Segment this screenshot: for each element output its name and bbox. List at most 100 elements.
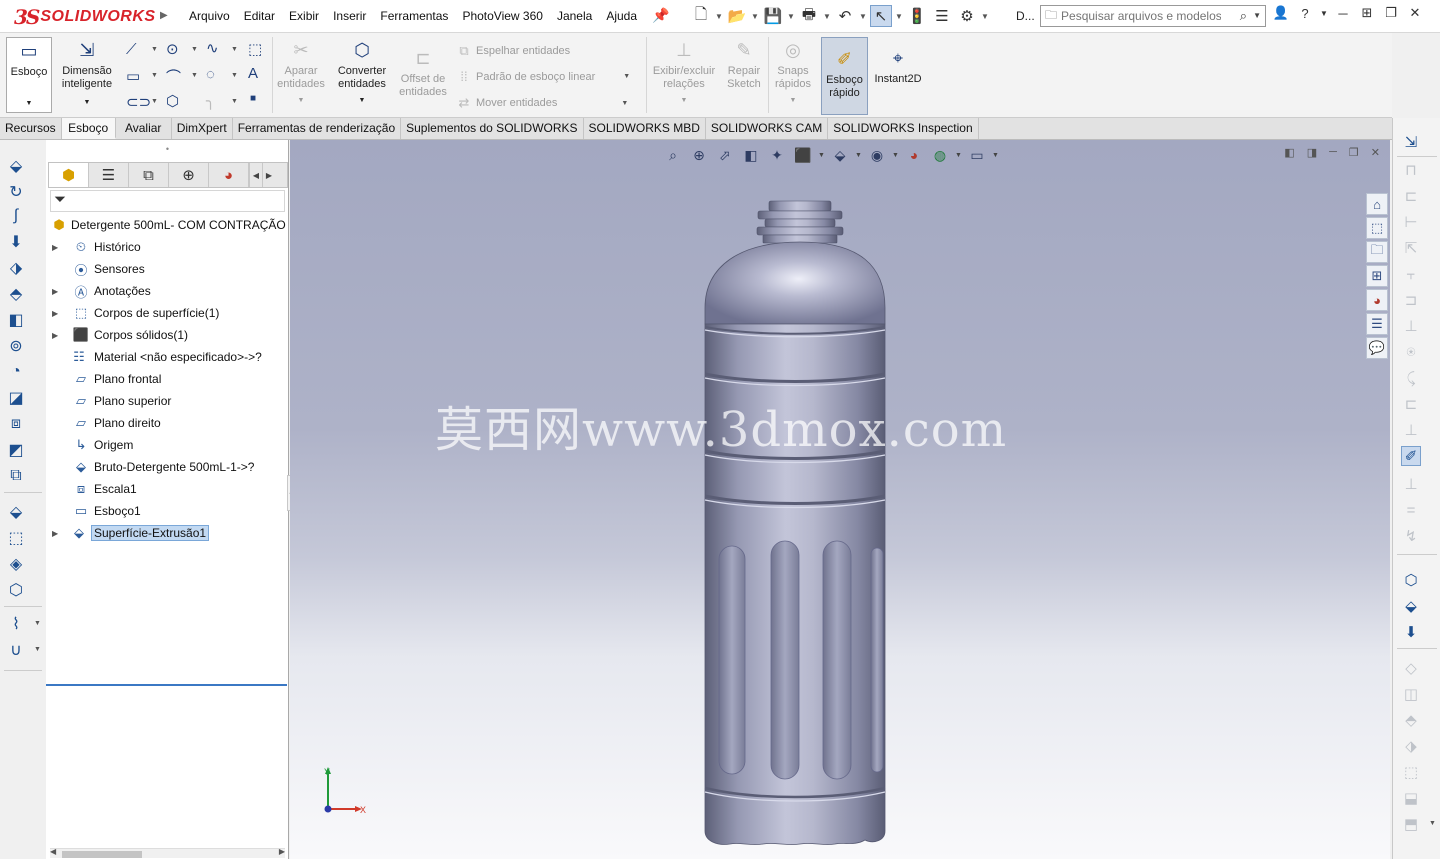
swept-boss-icon[interactable]: ∫ bbox=[6, 206, 26, 226]
solidworks-logo[interactable]: 3S SOLIDWORKS bbox=[14, 4, 156, 30]
menu-exibir[interactable]: Exibir bbox=[282, 9, 326, 23]
menu-photoview[interactable]: PhotoView 360 bbox=[455, 9, 550, 23]
undo-icon[interactable]: ↶ bbox=[834, 5, 856, 27]
view-settings-icon[interactable]: ▭ bbox=[966, 145, 988, 165]
open-dropdown-icon[interactable]: ▼ bbox=[751, 12, 759, 21]
horizontal-scrollbar[interactable]: ◀ ▶ bbox=[50, 847, 285, 858]
slot-dropdown-icon[interactable]: ▼ bbox=[151, 98, 158, 105]
point-icon[interactable]: ■ bbox=[250, 93, 256, 104]
tab-dimxpert[interactable]: DimXpert bbox=[172, 118, 233, 139]
print-icon[interactable]: 🖶 bbox=[798, 5, 820, 27]
hide-show-items-icon[interactable]: ◉ bbox=[866, 145, 888, 165]
esboco-dropdown-icon[interactable]: ▼ bbox=[26, 97, 33, 110]
esboco-rapido-button[interactable]: ✐ Esboço rápido bbox=[821, 37, 868, 115]
shell-icon[interactable]: ⧈ bbox=[6, 414, 26, 434]
padrao-esboco-linear-button[interactable]: ⁞⁞ Padrão de esboço linear ▼ bbox=[456, 69, 630, 84]
dimensao-dropdown-icon[interactable]: ▼ bbox=[84, 96, 91, 109]
viewport-minimize-icon[interactable]: ─ bbox=[1329, 146, 1337, 159]
search-icon[interactable]: ⌕ bbox=[1240, 8, 1247, 24]
options-dropdown-icon[interactable]: ▼ bbox=[981, 12, 989, 21]
dimensao-inteligente-button[interactable]: ⇲ Dimensão inteligente ▼ bbox=[56, 37, 118, 109]
aparar-dropdown-icon[interactable]: ▼ bbox=[298, 94, 305, 107]
fillet-icon[interactable]: ╮ bbox=[206, 92, 215, 110]
forum-icon[interactable]: 💬 bbox=[1366, 337, 1388, 359]
chain-dimension-icon[interactable]: ⫟ bbox=[1401, 264, 1421, 284]
zoom-to-area-icon[interactable]: ⊕ bbox=[688, 145, 710, 165]
horizontal-dimension-icon[interactable]: ⊓ bbox=[1401, 160, 1421, 180]
apply-scene-icon[interactable]: ◍ bbox=[929, 145, 951, 165]
minimize-icon[interactable]: ─ bbox=[1334, 6, 1352, 21]
search-box[interactable]: 🗀 ⌕ ▼ bbox=[1040, 5, 1266, 27]
tree-item-plano-superior[interactable]: ▱ Plano superior bbox=[46, 390, 289, 412]
spline-dropdown-icon[interactable]: ▼ bbox=[231, 46, 238, 53]
curves-dropdown-icon[interactable]: ▼ bbox=[34, 620, 41, 627]
options-gear-icon[interactable]: ⚙ bbox=[956, 5, 978, 27]
feature-manager-tab-icon[interactable]: ⬢ bbox=[49, 163, 89, 187]
tab-solidworks-inspection[interactable]: SOLIDWORKS Inspection bbox=[828, 118, 979, 139]
tree-item-origem[interactable]: ↳ Origem bbox=[46, 434, 289, 456]
rapid-sketch-tool-icon[interactable]: ✐ bbox=[1401, 446, 1421, 466]
ruled-surface-icon[interactable]: ◫ bbox=[1401, 684, 1421, 704]
angular-dimension-icon[interactable]: ⊐ bbox=[1401, 290, 1421, 310]
section-view-icon[interactable]: ◧ bbox=[740, 145, 762, 165]
converter-dropdown-icon[interactable]: ▼ bbox=[359, 94, 366, 107]
surface-extrude-icon[interactable]: ⬙ bbox=[6, 502, 26, 522]
save-icon[interactable]: 💾 bbox=[762, 5, 784, 27]
curves-icon[interactable]: ⌇ bbox=[6, 614, 26, 634]
knit-surface-icon[interactable]: ⬡ bbox=[6, 580, 26, 600]
hole-wizard-icon[interactable]: ⊚ bbox=[6, 336, 26, 356]
baseline-dimension-icon[interactable]: ⊢ bbox=[1401, 212, 1421, 232]
select-dropdown-icon[interactable]: ▼ bbox=[895, 12, 903, 21]
search-dropdown-icon[interactable]: ▼ bbox=[1253, 11, 1261, 20]
configuration-manager-tab-icon[interactable]: ⧉ bbox=[129, 163, 169, 187]
surface-loft-icon[interactable]: ⬡ bbox=[1401, 570, 1421, 590]
tree-item-plano-direito[interactable]: ▱ Plano direito bbox=[46, 412, 289, 434]
tab-solidworks-cam[interactable]: SOLIDWORKS CAM bbox=[706, 118, 829, 139]
snaps-rapidos-button[interactable]: ◎ Snaps rápidos ▼ bbox=[770, 37, 816, 107]
file-explorer-icon[interactable]: 🗀 bbox=[1366, 241, 1388, 263]
help-icon[interactable]: ? bbox=[1296, 6, 1314, 21]
scroll-left-icon[interactable]: ◀ bbox=[50, 847, 56, 856]
dynamic-annotation-icon[interactable]: ✦ bbox=[766, 145, 788, 165]
lofted-icon[interactable]: ⬘ bbox=[6, 284, 26, 304]
toolbar-more-icon[interactable]: ▼ bbox=[1429, 820, 1436, 827]
menu-ajuda[interactable]: Ajuda bbox=[599, 9, 644, 23]
tab-solidworks-mbd[interactable]: SOLIDWORKS MBD bbox=[584, 118, 706, 139]
padrao-dropdown-icon[interactable]: ▼ bbox=[623, 73, 630, 80]
offset-tool-icon[interactable]: ⊥ bbox=[1401, 420, 1421, 440]
new-dropdown-icon[interactable]: ▼ bbox=[715, 12, 723, 21]
menu-ferramentas[interactable]: Ferramentas bbox=[373, 9, 455, 23]
property-manager-tab-icon[interactable]: ☰ bbox=[89, 163, 129, 187]
viewport-close-icon[interactable]: ✕ bbox=[1371, 146, 1380, 159]
expand-arrow-icon[interactable]: ▶ bbox=[52, 243, 62, 252]
undo-dropdown-icon[interactable]: ▼ bbox=[859, 12, 867, 21]
add-relation-icon[interactable]: ⊥ bbox=[1401, 316, 1421, 336]
arc-dropdown-icon[interactable]: ▼ bbox=[191, 72, 198, 79]
surface-revolve-icon[interactable]: ⬚ bbox=[6, 528, 26, 548]
user-icon[interactable]: 👤 bbox=[1272, 5, 1290, 21]
tab-esboco[interactable]: Esboço bbox=[61, 118, 116, 139]
tree-item-material[interactable]: ☷ Material <não especificado>->? bbox=[46, 346, 289, 368]
tree-item-bruto[interactable]: ⬙ Bruto-Detergente 500mL-1->? bbox=[46, 456, 289, 478]
draft-icon[interactable]: ◩ bbox=[6, 440, 26, 460]
extruded-cut-icon[interactable]: ⬇ bbox=[6, 232, 26, 252]
relacoes-dropdown-icon[interactable]: ▼ bbox=[681, 94, 688, 107]
logo-arrow-icon[interactable]: ▶ bbox=[160, 10, 168, 21]
tree-item-corpos-superficie[interactable]: ▶ ⬚ Corpos de superfície(1) bbox=[46, 302, 289, 324]
surface-offset-icon[interactable]: ⬇ bbox=[1401, 622, 1421, 642]
fix-relation-icon[interactable]: ↯ bbox=[1401, 526, 1421, 546]
offset-entidades-button[interactable]: ⊏ Offset de entidades bbox=[396, 45, 450, 99]
save-dropdown-icon[interactable]: ▼ bbox=[787, 12, 795, 21]
extend-surface-icon[interactable]: ⬘ bbox=[1401, 710, 1421, 730]
view-settings-dropdown-icon[interactable]: ▼ bbox=[992, 152, 999, 159]
expand-arrow-icon[interactable]: ▶ bbox=[52, 529, 62, 538]
display-style-icon[interactable]: ⬙ bbox=[829, 145, 851, 165]
circle-icon[interactable]: ⊙ bbox=[166, 40, 179, 58]
expand-arrow-icon[interactable]: ▶ bbox=[52, 331, 62, 340]
fully-define-icon[interactable]: ⍟ bbox=[1401, 342, 1421, 362]
tab-avaliar[interactable]: Avaliar bbox=[116, 118, 172, 139]
smart-dimension-tool-icon[interactable]: ⇲ bbox=[1401, 132, 1421, 152]
tree-item-plano-frontal[interactable]: ▱ Plano frontal bbox=[46, 368, 289, 390]
search-input[interactable] bbox=[1061, 9, 1222, 23]
new-file-icon[interactable]: 🗋 bbox=[690, 5, 712, 27]
